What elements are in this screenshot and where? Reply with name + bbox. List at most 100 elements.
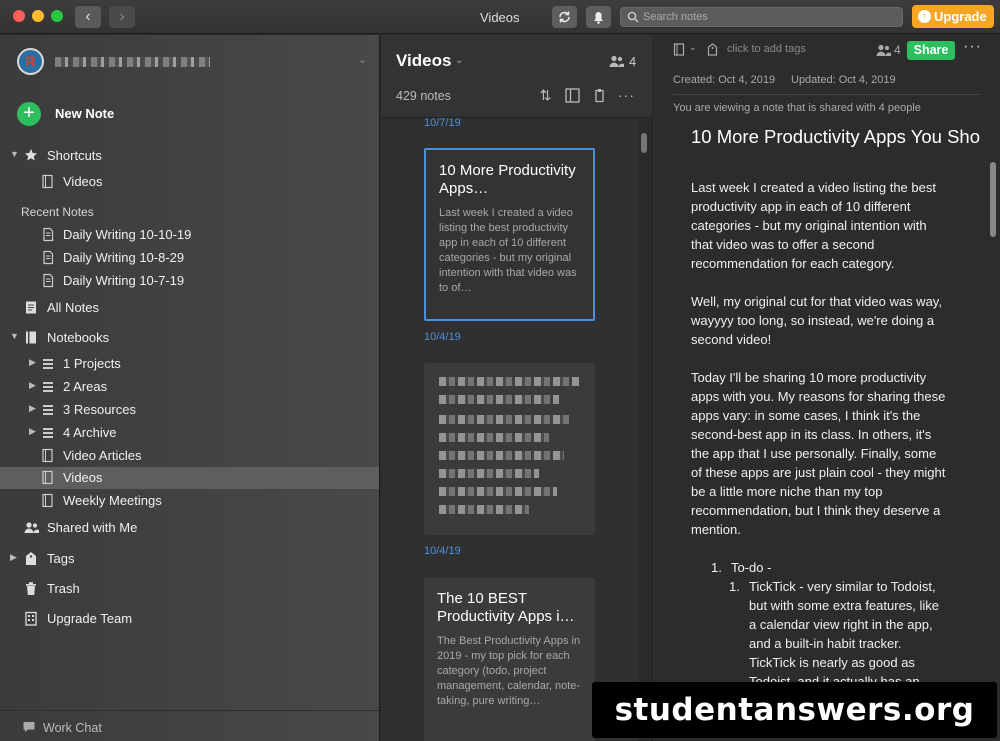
recent-note-item[interactable]: Daily Writing 10-10-19 [0, 224, 379, 246]
note-card-selected[interactable]: 10 More Productivity Apps… Last week I c… [424, 148, 595, 321]
work-chat-label: Work Chat [43, 721, 102, 735]
list-number: 1. [729, 579, 740, 594]
search-input[interactable]: Search notes [620, 7, 903, 27]
sidebar: R ⌄ + New Note ▼ Shortcuts Videos Recent… [0, 35, 380, 741]
notebook-icon [42, 174, 53, 189]
note-count: 429 notes [396, 89, 451, 103]
chevron-down-icon[interactable]: ⌄ [689, 42, 697, 53]
shortcut-item-videos[interactable]: Videos [0, 171, 379, 193]
notebook-stack-label: 3 Resources [63, 402, 136, 417]
redacted-text [439, 395, 559, 404]
upgrade-label: Upgrade [934, 9, 987, 24]
notebooks-icon [26, 331, 36, 344]
notebook-item[interactable]: Weekly Meetings [0, 490, 379, 512]
recent-note-label: Daily Writing 10-10-19 [63, 227, 192, 242]
zoom-window-button[interactable] [51, 10, 63, 22]
notebook-icon [42, 448, 53, 463]
note-body[interactable]: Last week I created a video listing the … [691, 178, 949, 729]
note-card[interactable]: The 10 BEST Productivity Apps i… The Bes… [424, 578, 595, 741]
sort-icon[interactable]: ⇅ [537, 87, 554, 104]
sidebar-item-label: Shared with Me [47, 520, 138, 535]
editor-scrollbar[interactable] [990, 162, 996, 237]
redacted-text [439, 451, 564, 460]
upgrade-button[interactable]: ↑ Upgrade [912, 5, 994, 28]
caret-right-icon: ▶ [10, 552, 17, 562]
account-switcher[interactable]: R ⌄ [17, 48, 367, 76]
redacted-text [439, 433, 549, 442]
note-list-scrollbar[interactable] [641, 133, 647, 153]
more-options-icon[interactable]: ··· [963, 38, 982, 56]
editor-share-count: 4 [894, 43, 901, 57]
minimize-window-button[interactable] [32, 10, 44, 22]
redacted-text [439, 377, 579, 386]
share-button[interactable]: Share [907, 41, 955, 60]
note-card-snippet: The Best Productivity Apps in 2019 - my … [437, 635, 581, 707]
created-date: Created: Oct 4, 2019 [673, 74, 776, 86]
watermark: studentanswers.org [592, 682, 997, 738]
close-window-button[interactable] [13, 10, 25, 22]
chevron-down-icon[interactable]: ⌄ [455, 55, 463, 66]
sidebar-item-label: Upgrade Team [47, 611, 133, 626]
note-list-scrollbar-track [638, 119, 650, 741]
sidebar-item-all-notes[interactable]: All Notes [0, 297, 379, 319]
note-date-label: 10/7/19 [424, 117, 461, 129]
recent-notes-heading: Recent Notes [21, 205, 94, 219]
note-card-redacted[interactable] [424, 363, 595, 535]
sidebar-item-upgrade-team[interactable]: Upgrade Team [0, 608, 379, 630]
chat-icon [23, 722, 35, 732]
caret-down-icon: ▼ [10, 331, 19, 341]
note-title[interactable]: 10 More Productivity Apps You Sho [691, 126, 983, 148]
redacted-text [439, 487, 557, 496]
sync-button[interactable] [552, 6, 577, 28]
notifications-button[interactable] [586, 6, 611, 28]
avatar: R [17, 48, 44, 75]
shared-notice: You are viewing a note that is shared wi… [673, 102, 921, 114]
note-list-title[interactable]: Videos [396, 51, 451, 71]
notebook-stack-item[interactable]: ▶ 1 Projects [0, 353, 379, 375]
stack-icon [43, 382, 53, 392]
work-chat-button[interactable]: Work Chat [0, 710, 379, 741]
caret-right-icon: ▶ [29, 357, 36, 367]
stack-icon [43, 405, 53, 415]
notebook-icon[interactable] [673, 43, 685, 56]
recent-note-item[interactable]: Daily Writing 10-8-29 [0, 247, 379, 269]
sidebar-item-label: Notebooks [47, 330, 110, 345]
stack-icon [43, 359, 53, 369]
list-item-text: To-do - [731, 560, 772, 575]
view-options-icon[interactable] [564, 87, 581, 104]
forward-button[interactable]: › [109, 6, 135, 28]
list-number: 1. [711, 560, 722, 575]
divider [673, 94, 980, 95]
shortcut-icon[interactable] [591, 87, 608, 104]
people-icon[interactable] [608, 54, 625, 68]
sidebar-item-tags[interactable]: ▶ Tags [0, 548, 379, 570]
notebook-stack-item[interactable]: ▶ 2 Areas [0, 376, 379, 398]
note-card-snippet: Last week I created a video listing the … [439, 207, 577, 294]
redacted-text [439, 415, 569, 424]
more-icon[interactable]: ··· [618, 87, 635, 104]
recent-note-item[interactable]: Daily Writing 10-7-19 [0, 270, 379, 292]
caret-down-icon: ▼ [10, 149, 19, 159]
new-note-label: New Note [55, 106, 115, 121]
note-list-share-count: 4 [629, 54, 637, 69]
add-tags-input[interactable]: click to add tags [727, 43, 806, 55]
notebook-stack-item[interactable]: ▶ 4 Archive [0, 422, 379, 444]
notebook-icon [42, 470, 53, 485]
stack-icon [43, 428, 53, 438]
notebook-stack-item[interactable]: ▶ 3 Resources [0, 399, 379, 421]
note-paragraph: Today I'll be sharing 10 more productivi… [691, 370, 946, 537]
people-icon[interactable] [875, 43, 892, 57]
note-icon [43, 227, 54, 242]
sidebar-item-notebooks[interactable]: ▼ Notebooks [0, 327, 379, 349]
sidebar-item-shared[interactable]: Shared with Me [0, 517, 379, 539]
back-button[interactable]: ‹ [75, 6, 101, 28]
upgrade-icon: ↑ [918, 10, 931, 23]
notebook-item[interactable]: Video Articles [0, 445, 379, 467]
notebook-label: Weekly Meetings [63, 493, 162, 508]
sidebar-item-shortcuts[interactable]: ▼ Shortcuts [0, 145, 379, 167]
sidebar-item-label: Shortcuts [47, 148, 102, 163]
note-paragraph: Well, my original cut for that video was… [691, 294, 942, 347]
note-card-title: 10 More Productivity Apps… [439, 162, 576, 197]
notebook-item-selected[interactable]: Videos [0, 467, 379, 489]
sidebar-item-trash[interactable]: Trash [0, 578, 379, 600]
